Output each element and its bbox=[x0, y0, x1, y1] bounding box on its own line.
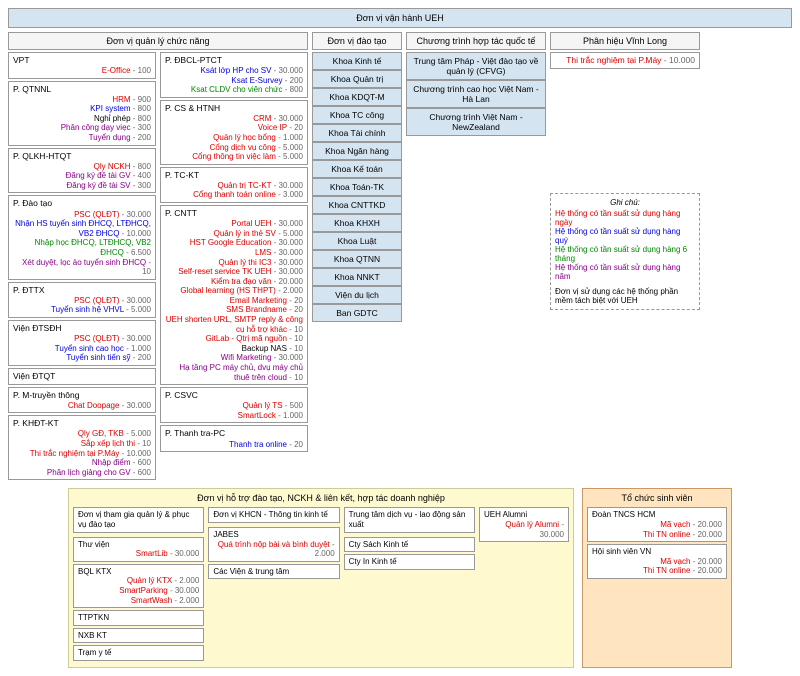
sub-unit: Cty Sách Kinh tế bbox=[344, 537, 475, 553]
unit-box: P. Thanh tra-PCThanh tra online - 20 bbox=[160, 425, 308, 452]
sub-unit: Các Viện & trung tâm bbox=[208, 564, 339, 580]
intl-program: Chương trình Việt Nam - NewZealand bbox=[406, 108, 546, 136]
sub-unit: Thư việnSmartLib - 30.000 bbox=[73, 537, 204, 562]
training-unit: Ban GDTC bbox=[312, 304, 402, 322]
training-unit: Khoa Luật bbox=[312, 232, 402, 250]
unit-box: P. QTNNLHRM - 900KPI system - 800Nghỉ ph… bbox=[8, 81, 156, 146]
unit-box: P. CSVCQuản lý TS - 500SmartLock - 1.000 bbox=[160, 387, 308, 423]
unit-box: P. M-truyền thôngChat Doopage - 30.000 bbox=[8, 387, 156, 414]
unit-box: P. ĐTTXPSC (QLĐT) - 30.000Tuyển sinh hệ … bbox=[8, 282, 156, 318]
sec2-title: Đơn vị đào tạo bbox=[312, 32, 402, 50]
training-unit: Khoa Quản trị bbox=[312, 70, 402, 88]
unit-box: P. QLKH-HTQTQly NCKH - 800Đăng ký đề tài… bbox=[8, 148, 156, 194]
b-col1-title: Đơn vị tham gia quản lý & phục vụ đào tạ… bbox=[73, 507, 204, 532]
sub-unit: TTPTKN bbox=[73, 610, 204, 626]
sec4-box: Thi trắc nghiệm tại P.Máy - 10.000 bbox=[550, 52, 700, 69]
bottom-left-title: Đơn vị hỗ trợ đào tạo, NCKH & liên kết, … bbox=[73, 493, 569, 503]
sec1-title: Đơn vị quản lý chức năng bbox=[8, 32, 308, 50]
legend: Ghi chú: Hệ thống có tần suất sử dụng hà… bbox=[550, 193, 700, 310]
training-unit: Khoa Tài chính bbox=[312, 124, 402, 142]
sec4-title: Phân hiệu Vĩnh Long bbox=[550, 32, 700, 50]
b-col2-title: Đơn vị KHCN - Thông tin kinh tế bbox=[208, 507, 339, 523]
unit-box: Viện ĐTSĐHPSC (QLĐT) - 30.000Tuyển sinh … bbox=[8, 320, 156, 366]
intl-program: Chương trình cao học Việt Nam - Hà Lan bbox=[406, 80, 546, 108]
training-unit: Khoa Ngân hàng bbox=[312, 142, 402, 160]
training-unit: Khoa TC công bbox=[312, 106, 402, 124]
bottom-right-title: Tổ chức sinh viên bbox=[587, 493, 727, 503]
training-unit: Khoa Kế toán bbox=[312, 160, 402, 178]
training-unit: Khoa QTNN bbox=[312, 250, 402, 268]
sec3-title: Chương trình hợp tác quốc tế bbox=[406, 32, 546, 50]
b-col4: UEH Alumni Quản lý Alumni - 30.000 bbox=[479, 507, 569, 542]
sub-unit: Cty In Kinh tế bbox=[344, 554, 475, 570]
header: Đơn vị vận hành UEH bbox=[8, 8, 792, 28]
unit-box: VPTE-Office - 100 bbox=[8, 52, 156, 79]
training-unit: Khoa KDQT-M bbox=[312, 88, 402, 106]
sub-unit: NXB KT bbox=[73, 628, 204, 644]
training-unit: Khoa KHXH bbox=[312, 214, 402, 232]
unit-box: P. CS & HTNHCRM - 30.000Voice IP - 20Quả… bbox=[160, 100, 308, 165]
b-col3-title: Trung tâm dịch vụ - lao động sản xuất bbox=[344, 507, 475, 532]
sub-unit: Hội sinh viên VNMã vạch - 20.000Thi TN o… bbox=[587, 544, 727, 579]
unit-box: Viện ĐTQT bbox=[8, 368, 156, 385]
training-unit: Viện du lịch bbox=[312, 286, 402, 304]
sub-unit: Đoàn TNCS HCMMã vạch - 20.000Thi TN onli… bbox=[587, 507, 727, 542]
unit-box: P. CNTTPortal UEH - 30.000Quản lý in thẻ… bbox=[160, 205, 308, 385]
training-unit: Khoa NNKT bbox=[312, 268, 402, 286]
unit-box: P. Đào tạoPSC (QLĐT) - 30.000Nhận HS tuy… bbox=[8, 195, 156, 279]
training-unit: Khoa Kinh tế bbox=[312, 52, 402, 70]
sub-unit: Trạm y tế bbox=[73, 645, 204, 661]
training-unit: Khoa CNTTKD bbox=[312, 196, 402, 214]
unit-box: P. ĐBCL-PTCTKsát lớp HP cho SV - 30.000K… bbox=[160, 52, 308, 98]
unit-box: P. TC-KTQuản trị TC-KT - 30.000Cổng than… bbox=[160, 167, 308, 203]
training-unit: Khoa Toán-TK bbox=[312, 178, 402, 196]
intl-program: Trung tâm Pháp - Việt đào tạo về quản lý… bbox=[406, 52, 546, 80]
unit-box: P. KHĐT-KTQly GĐ, TKB - 5.000Sắp xếp lịc… bbox=[8, 415, 156, 480]
sub-unit: BQL KTXQuản lý KTX - 2.000SmartParking -… bbox=[73, 564, 204, 608]
sub-unit: JABESQuá trình nộp bài và bình duyệt - 2… bbox=[208, 527, 339, 562]
